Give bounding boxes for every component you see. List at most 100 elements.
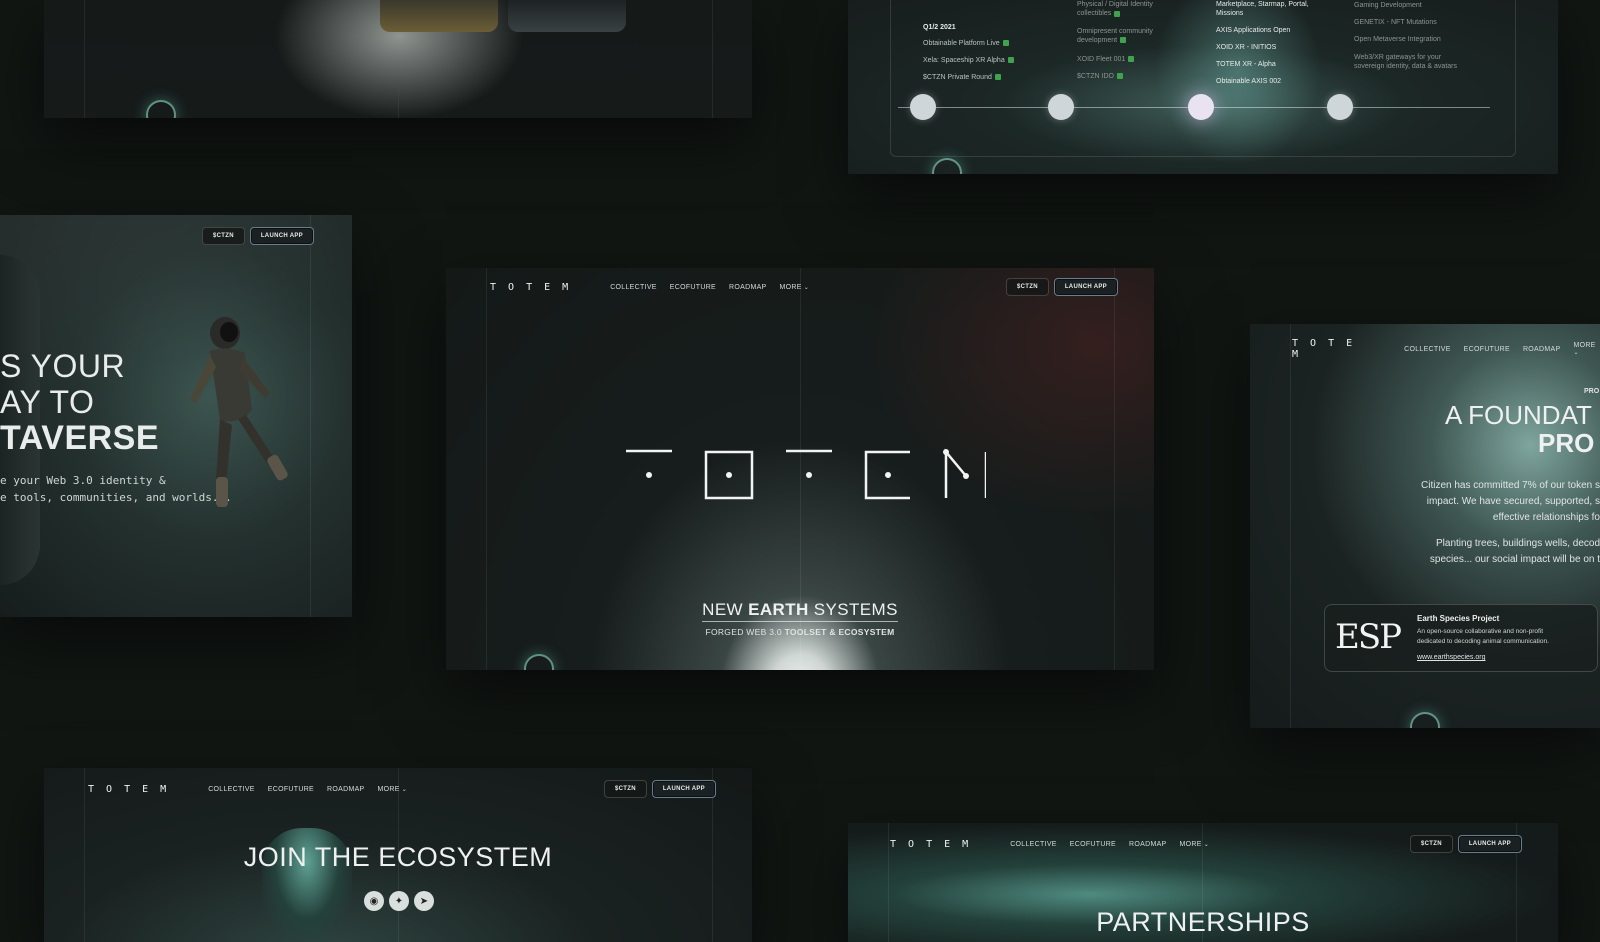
timeline-node[interactable] xyxy=(1048,94,1074,120)
roadmap-item: Omnipresent community development xyxy=(1077,27,1153,45)
tagline-bold: EARTH xyxy=(748,600,809,619)
roadmap-item: collectibles xyxy=(1077,10,1112,18)
check-icon xyxy=(1002,40,1009,47)
nav-collective[interactable]: COLLECTIVE xyxy=(1010,841,1057,848)
partner-card[interactable]: ESP Earth Species Project An open-source… xyxy=(1324,604,1598,672)
check-icon xyxy=(1128,55,1135,62)
nav-collective[interactable]: COLLECTIVE xyxy=(208,786,255,793)
roadmap-item: Obtainable Platform Live xyxy=(923,40,1000,47)
roadmap-item: Open Metaverse Integration xyxy=(1354,36,1441,43)
ctzn-button[interactable]: $CTZN xyxy=(604,780,647,798)
roadmap-col1-heading: Q1/2 2021 xyxy=(923,24,956,31)
panel-top-left xyxy=(44,0,752,118)
panel-join: T O T E M COLLECTIVE ECOFUTURE ROADMAP M… xyxy=(44,768,752,942)
roadmap-item: Gaming Development xyxy=(1354,2,1422,9)
nav-roadmap[interactable]: ROADMAP xyxy=(1523,346,1561,353)
main-nav: T O T E M COLLECTIVE ECOFUTURE ROADMAP M… xyxy=(490,282,809,293)
astronaut-figure xyxy=(190,317,288,507)
nav-collective[interactable]: COLLECTIVE xyxy=(1404,346,1451,353)
panel-metaverse: $CTZN LAUNCH APP S YOUR AY TO TAVERSE e … xyxy=(0,215,352,617)
roadmap-item: GENETIX - NFT Mutations xyxy=(1354,19,1437,26)
timeline-node-active[interactable] xyxy=(1188,94,1214,120)
roadmap-item: Xela: Spaceship XR Alpha xyxy=(923,57,1005,64)
foundation-line: Planting trees, buildings wells, decod xyxy=(1436,538,1600,549)
foundation-line: Citizen has committed 7% of our token s xyxy=(1421,480,1600,491)
nav-roadmap[interactable]: ROADMAP xyxy=(327,786,365,793)
nav-ecofuture[interactable]: ECOFUTURE xyxy=(268,786,314,793)
thumbnail-silver[interactable] xyxy=(508,0,626,32)
nav-more[interactable]: MORE xyxy=(1573,342,1600,356)
roadmap-item: XOID XR - INITIOS xyxy=(1216,43,1277,51)
ctzn-button[interactable]: $CTZN xyxy=(202,227,245,245)
scroll-indicator[interactable] xyxy=(1410,712,1440,728)
check-icon xyxy=(994,74,1001,81)
nav-more[interactable]: MORE xyxy=(780,284,810,291)
roadmap-item: AXIS Applications Open xyxy=(1216,26,1291,34)
nav-ecofuture[interactable]: ECOFUTURE xyxy=(1464,346,1510,353)
nav-roadmap[interactable]: ROADMAP xyxy=(1129,841,1167,848)
roadmap-item: Physical / Digital Identity xyxy=(1077,1,1153,8)
launch-app-button[interactable]: LAUNCH APP xyxy=(1457,835,1522,853)
card-body-line: An open-source collaborative and non-pro… xyxy=(1417,628,1544,635)
nav-collective[interactable]: COLLECTIVE xyxy=(610,284,657,291)
check-icon xyxy=(1120,37,1127,44)
card-link[interactable]: www.earthspecies.org xyxy=(1417,654,1485,661)
scroll-indicator[interactable] xyxy=(524,654,554,670)
roadmap-item: $CTZN IDO xyxy=(1077,72,1114,80)
launch-app-button[interactable]: LAUNCH APP xyxy=(249,227,314,245)
tagline-pre: NEW xyxy=(702,600,749,619)
social-icons: ◉ ✦ ➤ xyxy=(364,891,434,911)
nav-ecofuture[interactable]: ECOFUTURE xyxy=(670,284,716,291)
panel-partnerships: T O T E M COLLECTIVE ECOFUTURE ROADMAP M… xyxy=(848,823,1558,942)
timeline-node[interactable] xyxy=(910,94,936,120)
totem-logo xyxy=(626,448,986,500)
card-title: Earth Species Project xyxy=(1417,614,1500,623)
showcase-canvas: Q1/2 2021 Obtainable Platform Live Xela:… xyxy=(0,0,1600,942)
nav-more[interactable]: MORE xyxy=(1180,841,1210,848)
foundation-line: impact. We have secured, supported, s xyxy=(1426,496,1600,507)
join-title: JOIN THE ECOSYSTEM xyxy=(243,842,553,872)
check-icon xyxy=(1116,72,1123,79)
nav-logo[interactable]: T O T E M xyxy=(1292,338,1365,360)
twitter-icon[interactable]: ✦ xyxy=(389,891,409,911)
hero-headline: S YOUR AY TO TAVERSE xyxy=(0,348,159,456)
main-nav: T O T E M COLLECTIVE ECOFUTURE ROADMAP M… xyxy=(890,839,1209,850)
tagline-post: SYSTEMS xyxy=(808,600,898,619)
launch-app-button[interactable]: LAUNCH APP xyxy=(1053,278,1118,296)
tagline: NEW EARTH SYSTEMS xyxy=(446,600,1154,622)
ctzn-button[interactable]: $CTZN xyxy=(1006,278,1049,296)
foundation-title-1: A FOUNDAT xyxy=(1445,400,1592,430)
launch-app-button[interactable]: LAUNCH APP xyxy=(651,780,716,798)
ctzn-button[interactable]: $CTZN xyxy=(1410,835,1453,853)
thumbnail-gold[interactable] xyxy=(380,0,498,32)
timeline-node[interactable] xyxy=(1327,94,1353,120)
nav-logo[interactable]: T O T E M xyxy=(88,784,169,795)
nav-roadmap[interactable]: ROADMAP xyxy=(729,284,767,291)
roadmap-item: XOID Fleet 001 xyxy=(1077,55,1126,63)
nav-ecofuture[interactable]: ECOFUTURE xyxy=(1070,841,1116,848)
hero-line-1: S YOUR xyxy=(0,348,126,384)
telegram-icon[interactable]: ➤ xyxy=(414,891,434,911)
subtagline: FORGED WEB 3.0 TOOLSET & ECOSYSTEM xyxy=(446,627,1154,637)
scroll-indicator[interactable] xyxy=(932,158,962,174)
roadmap-item: Web3/XR gateways for your sovereign iden… xyxy=(1354,54,1457,71)
nav-logo[interactable]: T O T E M xyxy=(490,282,571,293)
roadmap-column-4: Gaming Development GENETIX - NFT Mutatio… xyxy=(1354,2,1469,82)
discord-icon[interactable]: ◉ xyxy=(364,891,384,911)
panel-totem-hero: T O T E M COLLECTIVE ECOFUTURE ROADMAP M… xyxy=(446,268,1154,670)
card-body-line: dedicated to decoding animal communicati… xyxy=(1417,638,1549,645)
subtagline-pre: FORGED WEB 3.0 xyxy=(705,627,785,637)
roadmap-item: $CTZN Private Round xyxy=(923,74,992,81)
partnerships-title: PARTNERSHIPS xyxy=(1096,907,1310,937)
main-nav: T O T E M COLLECTIVE ECOFUTURE ROADMAP M… xyxy=(88,784,407,795)
subtagline-bold: TOOLSET & ECOSYSTEM xyxy=(784,627,895,637)
nav-more[interactable]: MORE xyxy=(378,786,408,793)
roadmap-item: TOTEM XR - Alpha xyxy=(1216,60,1276,68)
hero-line-2: AY TO xyxy=(0,384,95,420)
scroll-indicator[interactable] xyxy=(146,100,176,118)
main-nav: T O T E M COLLECTIVE ECOFUTURE ROADMAP M… xyxy=(1292,338,1600,360)
esp-logo: ESP xyxy=(1335,617,1402,657)
panel-roadmap: Q1/2 2021 Obtainable Platform Live Xela:… xyxy=(848,0,1558,174)
foundation-title-2: PRO xyxy=(1538,428,1595,458)
nav-logo[interactable]: T O T E M xyxy=(890,839,971,850)
